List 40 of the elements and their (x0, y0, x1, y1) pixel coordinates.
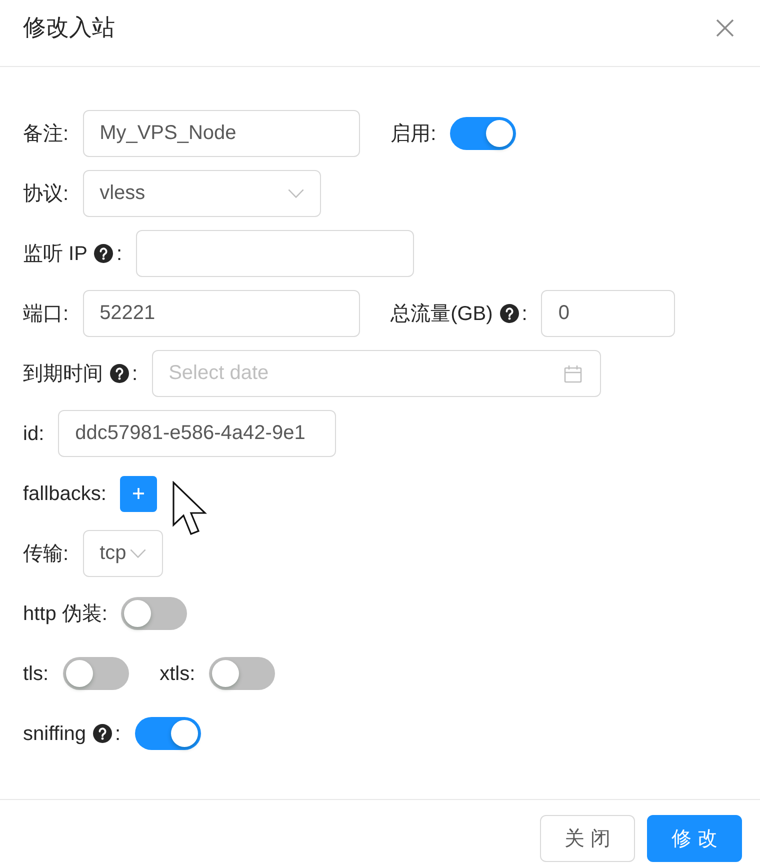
field-label: 到期时间 (23, 362, 103, 386)
field-label: fallbacks: (23, 482, 106, 506)
chevron-down-icon (288, 189, 304, 198)
field-label: 端口: (23, 302, 69, 326)
field-label: id: (23, 422, 44, 446)
toggle-switch[interactable] (209, 657, 276, 690)
field-label: 启用: (390, 122, 436, 146)
text-field[interactable] (136, 230, 414, 277)
text-field[interactable]: 52221 (82, 290, 360, 337)
toggle-switch[interactable] (450, 117, 516, 150)
field-label: xtls: (160, 662, 196, 686)
label-colon: : (116, 242, 122, 266)
field-label: http 伪装: (23, 602, 108, 626)
field-label: 总流量(GB) (390, 302, 493, 326)
toggle-switch[interactable] (121, 597, 188, 630)
calendar-icon (564, 364, 582, 382)
label-colon: : (522, 302, 528, 326)
field-label: sniffing (23, 722, 86, 746)
add-button[interactable] (120, 476, 158, 512)
cursor-icon (172, 481, 210, 537)
text-field[interactable]: ddc57981-e586-4a42-9e1 (58, 410, 336, 457)
close-icon (716, 19, 734, 37)
field-label: 协议: (23, 182, 69, 206)
text-field[interactable]: My_VPS_Node (82, 110, 360, 157)
label-colon: : (115, 722, 121, 746)
select-field[interactable]: vless (82, 170, 321, 217)
field-label: tls: (23, 662, 49, 686)
field-label: 监听 IP (23, 242, 88, 266)
field-label: 备注: (23, 122, 69, 146)
dialog-title: 修改入站 (23, 13, 115, 42)
field-label: 传输: (23, 542, 69, 566)
close-dialog-button[interactable]: 关闭 (540, 815, 635, 862)
text-field[interactable]: 0 (541, 290, 676, 337)
select-field[interactable]: tcp (82, 530, 164, 577)
close-button[interactable] (716, 19, 734, 37)
toggle-switch[interactable] (62, 657, 129, 690)
label-colon: : (132, 362, 138, 386)
chevron-down-icon (130, 549, 146, 558)
toggle-switch[interactable] (134, 717, 201, 750)
plus-icon (133, 488, 144, 499)
